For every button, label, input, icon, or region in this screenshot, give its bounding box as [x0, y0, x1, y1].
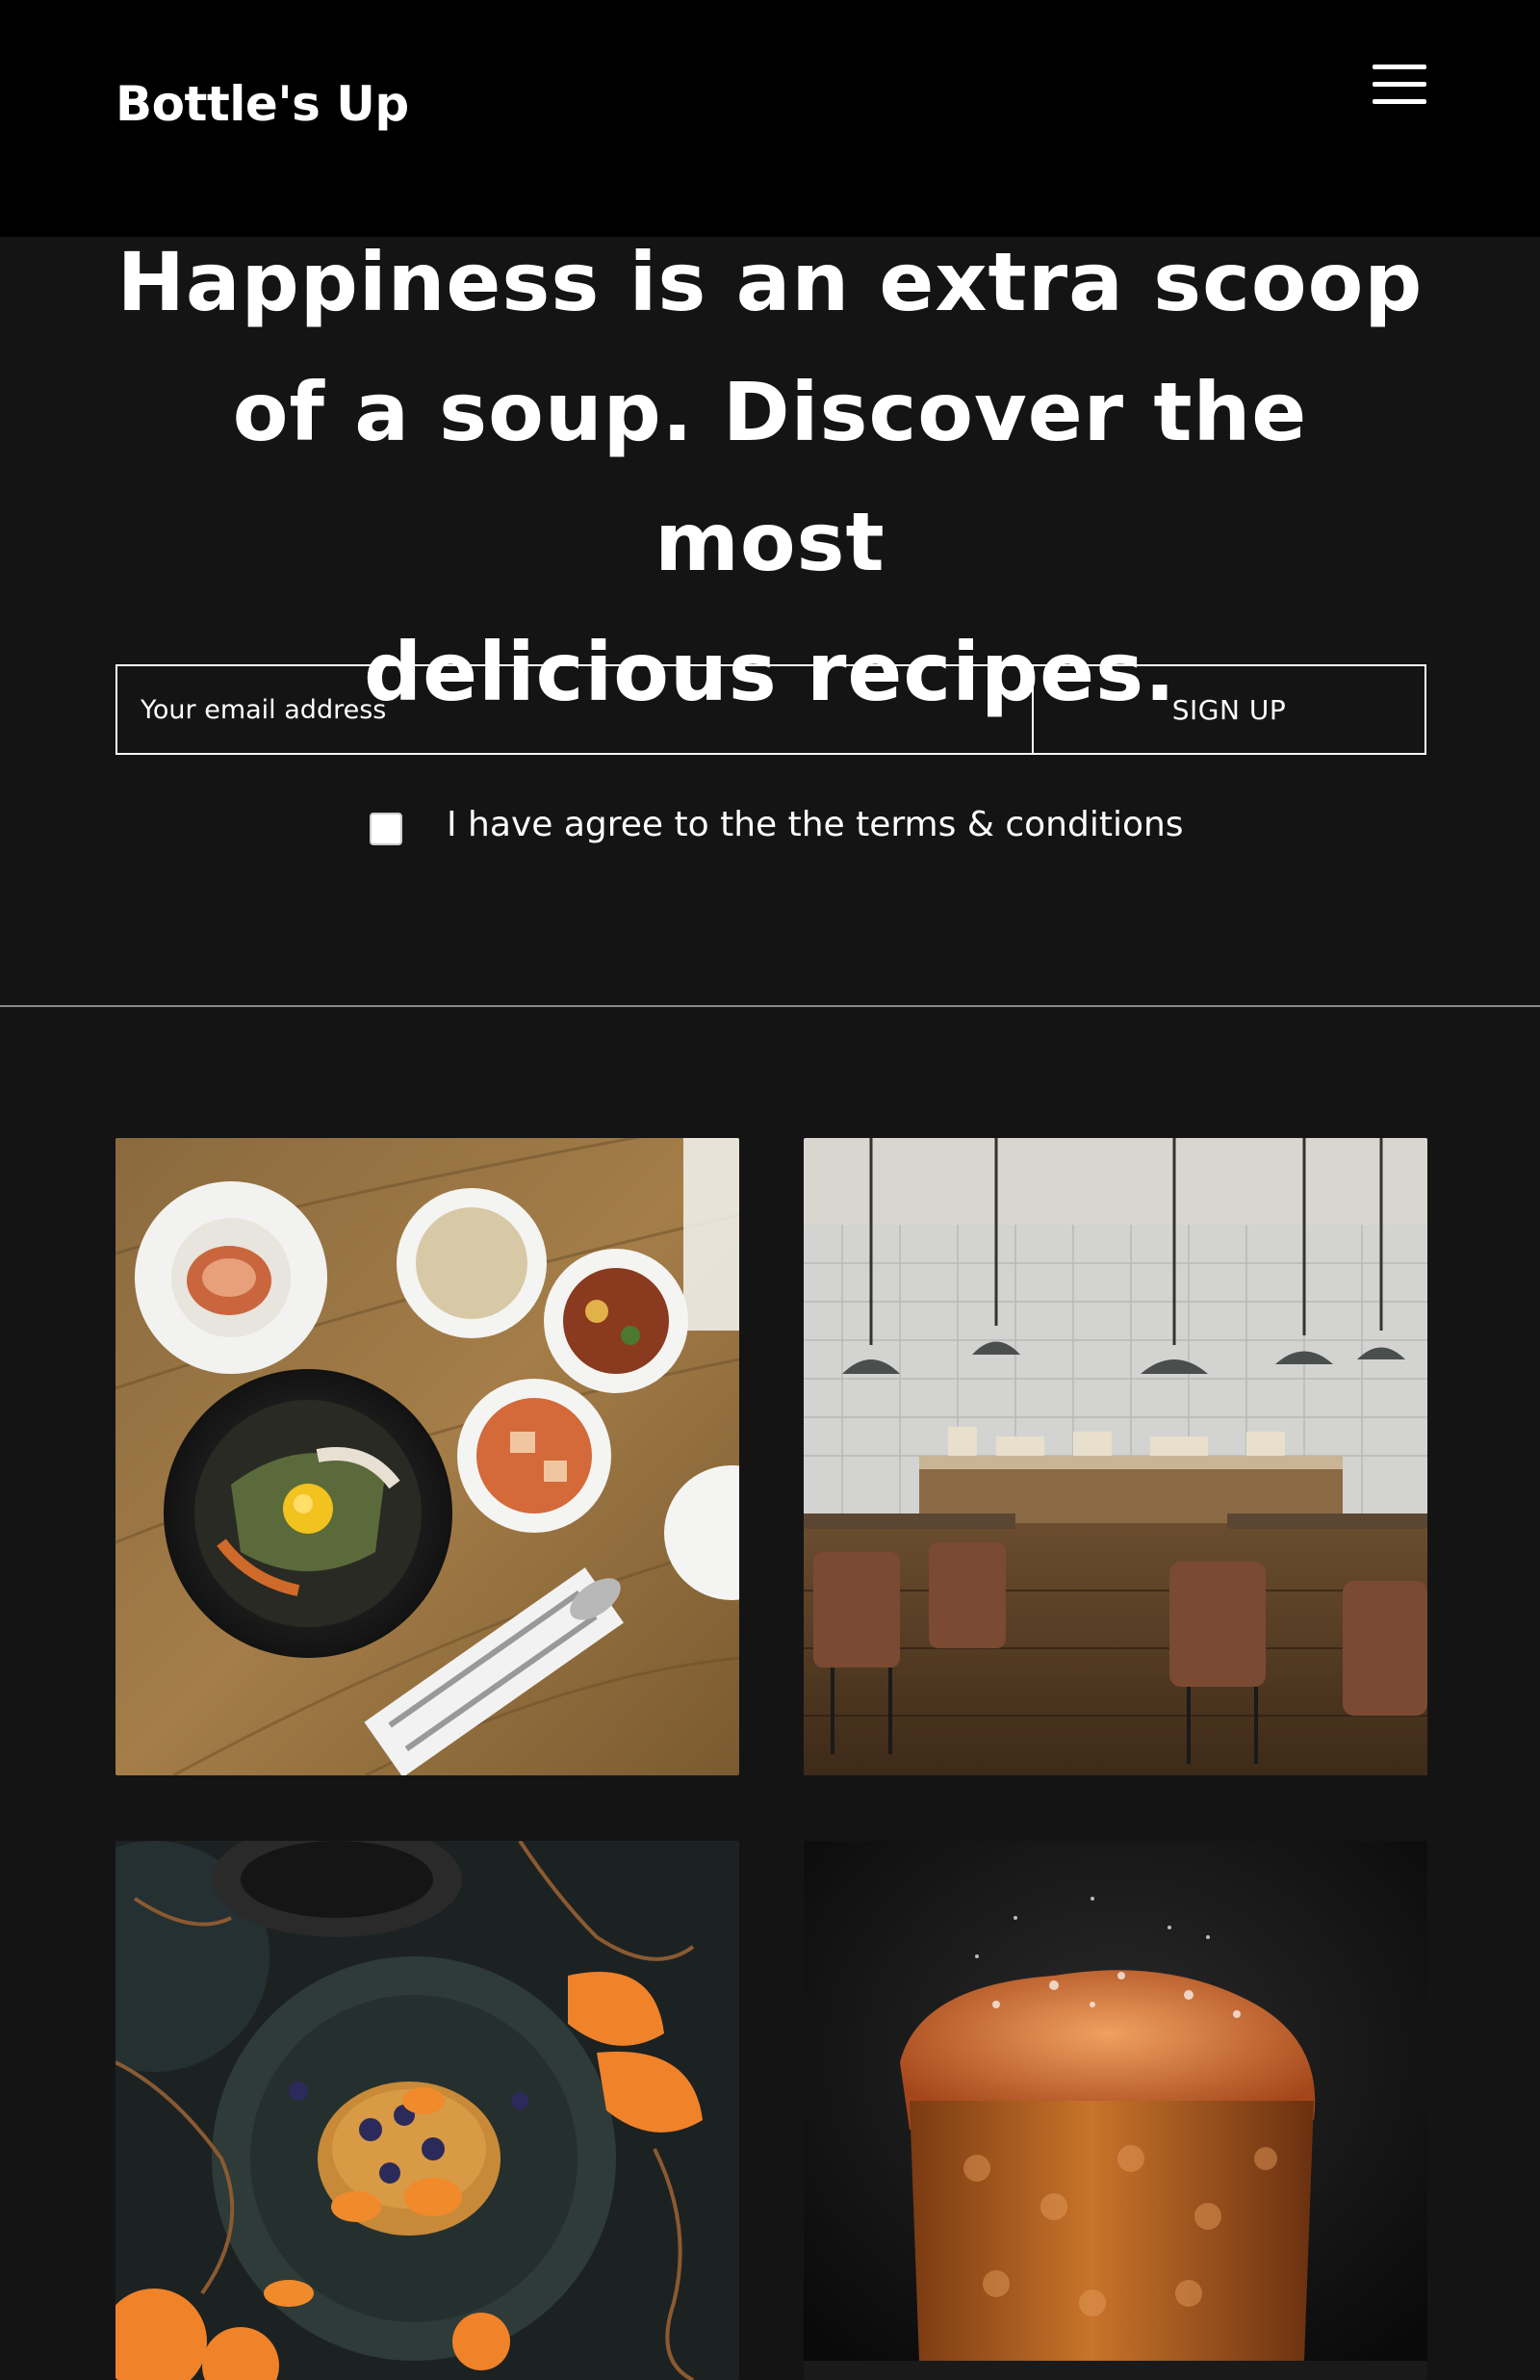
site-header: Bottle's Up: [0, 0, 1540, 237]
bibimbap-photo-illustration: [116, 1138, 739, 1775]
menu-bar: [1373, 82, 1426, 87]
email-input[interactable]: [116, 664, 1034, 755]
section-divider: [0, 1005, 1540, 1007]
hero-title-line-2: of a soup. Discover the most: [232, 365, 1308, 589]
terms-label[interactable]: I have agree to the the terms & conditio…: [447, 803, 1184, 847]
newsletter-signup-form: SIGN UP: [116, 664, 1426, 755]
gallery-image-bibimbap[interactable]: [116, 1138, 739, 1775]
gallery-image-restaurant[interactable]: [804, 1138, 1427, 1775]
page: Bottle's Up Happiness is an extra scoop …: [0, 0, 1540, 2380]
terms-row: I have agree to the the terms & conditio…: [366, 801, 1232, 849]
hero-title-line-1: Happiness is an extra scoop: [116, 235, 1424, 329]
menu-bar: [1373, 65, 1426, 69]
hero-title: Happiness is an extra scoop of a soup. D…: [116, 218, 1424, 737]
site-logo[interactable]: Bottle's Up: [116, 75, 409, 133]
menu-bar: [1373, 99, 1426, 104]
terms-checkbox[interactable]: [370, 813, 402, 845]
hamburger-menu-icon[interactable]: [1367, 58, 1428, 112]
gallery-image-cake[interactable]: [804, 1841, 1427, 2380]
restaurant-photo-illustration: [804, 1138, 1427, 1775]
gallery-image-pancakes[interactable]: [116, 1841, 739, 2380]
pancakes-photo-illustration: [116, 1841, 739, 2380]
sign-up-button[interactable]: SIGN UP: [1032, 664, 1426, 755]
cake-photo-illustration: [804, 1841, 1427, 2380]
